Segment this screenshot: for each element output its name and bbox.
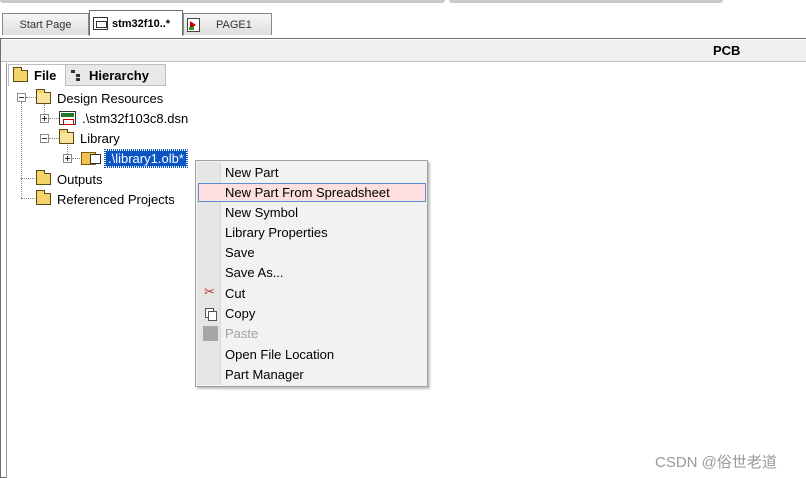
- menu-item-open-file-location[interactable]: Open File Location: [198, 345, 426, 364]
- collapse-toggle[interactable]: [17, 93, 26, 102]
- tree-item-library[interactable]: Library: [59, 129, 120, 147]
- tree-item-label: .\stm32f103c8.dsn: [82, 110, 189, 126]
- tab-label: Start Page: [19, 18, 72, 31]
- tree-item-label: Library: [80, 130, 120, 146]
- hierarchy-icon: [70, 69, 83, 81]
- tree-connector: [49, 138, 59, 139]
- pcb-flow-label: PCB: [713, 43, 741, 58]
- tree-item-label: Outputs: [57, 171, 103, 187]
- tree-item-library-file[interactable]: .\library1.olb*: [81, 148, 188, 168]
- scissors-icon: [204, 284, 217, 300]
- tab-label: stm32f10..*: [112, 17, 171, 30]
- menu-item-label: New Part From Spreadsheet: [225, 185, 390, 200]
- menu-item-label: Library Properties: [225, 225, 328, 240]
- context-menu: New Part New Part From Spreadsheet New S…: [195, 160, 428, 387]
- watermark: CSDN @俗世老道: [655, 454, 777, 471]
- page-icon: [187, 17, 200, 32]
- tree-connector: [21, 102, 22, 198]
- tree-connector: [21, 198, 35, 199]
- tab-hierarchy[interactable]: Hierarchy: [66, 64, 166, 86]
- expand-toggle[interactable]: [40, 114, 49, 123]
- menu-item-paste: Paste: [198, 324, 426, 343]
- tree-item-outputs[interactable]: Outputs: [36, 170, 103, 188]
- folder-open-icon: [59, 129, 74, 144]
- schematic-icon: [93, 17, 108, 30]
- tab-label: Hierarchy: [89, 67, 149, 83]
- menu-item-label: Save As...: [225, 265, 284, 280]
- tree-item-design-resources[interactable]: Design Resources: [36, 89, 163, 107]
- library-file-icon: [81, 151, 101, 165]
- collapse-toggle[interactable]: [40, 134, 49, 143]
- menu-item-new-symbol[interactable]: New Symbol: [198, 203, 426, 222]
- tab-file[interactable]: File: [8, 64, 66, 86]
- tab-label: PAGE1: [216, 18, 252, 31]
- tree-connector: [49, 118, 59, 119]
- paste-icon: [203, 326, 218, 341]
- menu-item-label: Cut: [225, 286, 246, 301]
- menu-item-label: New Symbol: [225, 205, 298, 220]
- tab-stm32-design[interactable]: stm32f10..*: [89, 10, 183, 36]
- menu-item-label: Paste: [225, 326, 259, 341]
- copy-icon: [204, 307, 217, 321]
- panel-tabs: File Hierarchy: [8, 64, 166, 86]
- menu-item-label: Open File Location: [225, 347, 335, 362]
- menu-item-label: Part Manager: [225, 367, 304, 382]
- menu-item-new-part-from-spreadsheet[interactable]: New Part From Spreadsheet: [198, 183, 426, 202]
- menu-item-label: Copy: [225, 306, 256, 321]
- tab-start-page[interactable]: Start Page: [2, 13, 89, 35]
- tree-connector: [72, 158, 80, 159]
- top-separator: [449, 0, 723, 3]
- menu-item-new-part[interactable]: New Part: [198, 163, 426, 182]
- folder-icon: [36, 190, 51, 205]
- tree-connector: [26, 97, 36, 98]
- folder-icon: [36, 170, 51, 185]
- expand-toggle[interactable]: [63, 154, 72, 163]
- menu-item-library-properties[interactable]: Library Properties: [198, 223, 426, 242]
- menu-item-copy[interactable]: Copy: [198, 304, 426, 323]
- tree-item-label: Design Resources: [57, 90, 164, 106]
- tree-item-label: Referenced Projects: [57, 191, 175, 207]
- tree-item-dsn-file[interactable]: .\stm32f103c8.dsn: [59, 109, 188, 127]
- tab-label: File: [34, 68, 57, 83]
- menu-item-save[interactable]: Save: [198, 243, 426, 262]
- tree-item-label-selected: .\library1.olb*: [104, 148, 188, 168]
- menu-item-label: Save: [225, 245, 255, 260]
- top-separator: [0, 0, 445, 3]
- folder-open-icon: [36, 89, 51, 104]
- menu-item-save-as[interactable]: Save As...: [198, 263, 426, 282]
- flow-bar: [1, 40, 806, 62]
- tab-page1[interactable]: PAGE1: [183, 13, 272, 35]
- design-file-icon: [59, 111, 76, 125]
- folder-icon: [13, 66, 28, 82]
- menu-item-cut[interactable]: Cut: [198, 284, 426, 303]
- menu-item-part-manager[interactable]: Part Manager: [198, 365, 426, 384]
- tree-connector: [21, 178, 35, 179]
- tree-item-referenced-projects[interactable]: Referenced Projects: [36, 190, 175, 208]
- menu-item-label: New Part: [225, 165, 279, 180]
